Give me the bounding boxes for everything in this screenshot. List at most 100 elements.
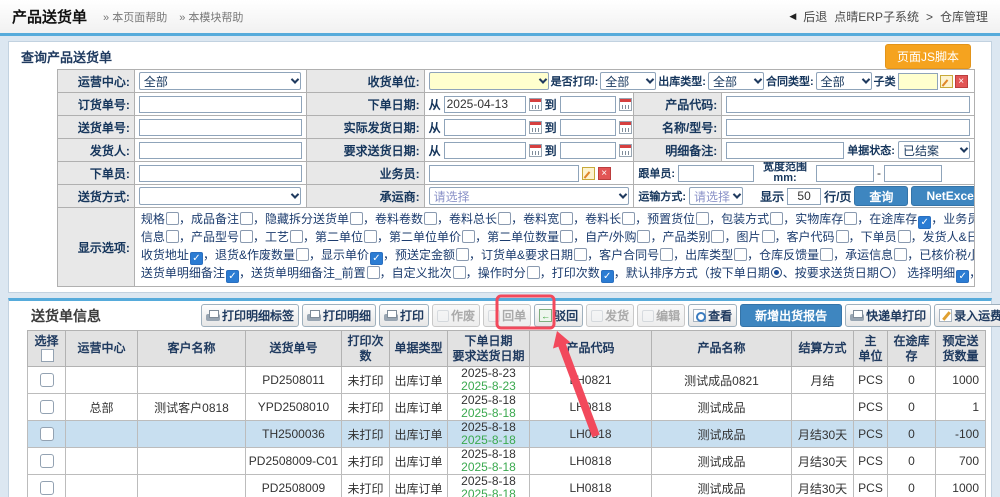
transport-method-select[interactable]: 请选择 bbox=[689, 187, 743, 205]
product-code-input[interactable] bbox=[726, 96, 970, 113]
width-min-input[interactable] bbox=[816, 165, 874, 182]
cell-doc-type[interactable]: 出库订单 bbox=[390, 421, 448, 448]
page-js-script-button[interactable]: 页面JS脚本 bbox=[885, 44, 971, 69]
ship-date-to-input[interactable] bbox=[560, 119, 616, 136]
sort-radio[interactable] bbox=[771, 267, 782, 278]
required-date-from-input[interactable] bbox=[444, 142, 526, 159]
option-checkbox[interactable]: ✓ bbox=[601, 270, 614, 283]
option-checkbox[interactable] bbox=[367, 266, 380, 279]
option-checkbox[interactable] bbox=[770, 212, 783, 225]
calendar-icon[interactable] bbox=[619, 121, 632, 134]
salesman-input[interactable] bbox=[429, 165, 579, 182]
clear-icon[interactable] bbox=[598, 167, 611, 180]
toolbar-button-新增出货报告[interactable]: 新增出货报告 bbox=[740, 304, 842, 327]
ship-date-from-input[interactable] bbox=[444, 119, 526, 136]
option-checkbox[interactable] bbox=[240, 212, 253, 225]
rows-per-page-input[interactable] bbox=[787, 188, 821, 205]
outbound-type-select[interactable]: 全部 bbox=[708, 72, 764, 90]
order-date-to-input[interactable] bbox=[560, 96, 616, 113]
back-link[interactable]: 后退 bbox=[803, 8, 827, 25]
option-checkbox[interactable] bbox=[637, 230, 650, 243]
row-checkbox[interactable] bbox=[40, 454, 54, 468]
option-checkbox[interactable] bbox=[166, 212, 179, 225]
calendar-icon[interactable] bbox=[529, 121, 542, 134]
option-checkbox[interactable] bbox=[462, 230, 475, 243]
toolbar-button-驳回[interactable]: 驳回 bbox=[534, 304, 583, 327]
detail-remark-input[interactable] bbox=[726, 142, 844, 159]
query-button[interactable]: 查询 bbox=[854, 186, 908, 206]
option-checkbox[interactable] bbox=[453, 266, 466, 279]
clear-icon[interactable] bbox=[955, 75, 968, 88]
option-checkbox[interactable] bbox=[424, 212, 437, 225]
option-checkbox[interactable] bbox=[290, 230, 303, 243]
follower-input[interactable] bbox=[678, 165, 754, 182]
delivery-method-select[interactable] bbox=[139, 187, 301, 205]
picker-icon[interactable] bbox=[940, 75, 953, 88]
calendar-icon[interactable] bbox=[529, 144, 542, 157]
option-checkbox[interactable] bbox=[820, 248, 833, 261]
option-checkbox[interactable] bbox=[364, 230, 377, 243]
cell-doc-type[interactable]: 出库订单 bbox=[390, 367, 448, 394]
doc-status-select[interactable]: 已结案 bbox=[898, 141, 970, 159]
delivery-no-input[interactable] bbox=[139, 119, 302, 136]
option-checkbox[interactable] bbox=[762, 230, 775, 243]
cell-doc-type[interactable]: 出库订单 bbox=[390, 475, 448, 497]
order-clerk-input[interactable] bbox=[139, 165, 302, 182]
option-checkbox[interactable] bbox=[622, 212, 635, 225]
option-checkbox[interactable] bbox=[560, 230, 573, 243]
subclass-input[interactable] bbox=[898, 73, 938, 90]
option-checkbox[interactable] bbox=[734, 248, 747, 261]
select-all-checkbox[interactable] bbox=[41, 349, 54, 362]
row-checkbox[interactable] bbox=[40, 427, 54, 441]
row-checkbox[interactable] bbox=[40, 373, 54, 387]
operation-center-select[interactable]: 全部 bbox=[139, 72, 301, 90]
option-checkbox[interactable]: ✓ bbox=[918, 216, 931, 229]
option-checkbox[interactable] bbox=[350, 212, 363, 225]
name-model-input[interactable] bbox=[726, 119, 970, 136]
toolbar-button-查看[interactable]: 查看 bbox=[688, 304, 737, 327]
option-checkbox[interactable] bbox=[660, 248, 673, 261]
carrier-select[interactable]: 请选择 bbox=[429, 187, 629, 205]
option-checkbox[interactable]: ✓ bbox=[956, 270, 969, 283]
required-date-to-input[interactable] bbox=[560, 142, 616, 159]
row-checkbox[interactable] bbox=[40, 400, 54, 414]
receiver-unit-select[interactable] bbox=[429, 72, 549, 90]
printed-select[interactable]: 全部 bbox=[600, 72, 656, 90]
toolbar-button-快递单打印[interactable]: 快递单打印 bbox=[845, 304, 931, 327]
cell-doc-type[interactable]: 出库订单 bbox=[390, 394, 448, 421]
calendar-icon[interactable] bbox=[529, 98, 542, 111]
order-date-from-input[interactable] bbox=[444, 96, 526, 113]
width-max-input[interactable] bbox=[884, 165, 942, 182]
picker-icon[interactable] bbox=[582, 167, 595, 180]
option-checkbox[interactable] bbox=[898, 230, 911, 243]
row-checkbox[interactable] bbox=[40, 481, 54, 495]
option-checkbox[interactable] bbox=[711, 230, 724, 243]
calendar-icon[interactable] bbox=[619, 144, 632, 157]
page-help-link[interactable]: » 本页面帮助 bbox=[103, 9, 167, 25]
option-checkbox[interactable] bbox=[574, 248, 587, 261]
option-checkbox[interactable]: ✓ bbox=[226, 270, 239, 283]
option-checkbox[interactable] bbox=[240, 230, 253, 243]
toolbar-button-打印[interactable]: 打印 bbox=[379, 304, 429, 327]
option-checkbox[interactable] bbox=[166, 230, 179, 243]
contract-type-select[interactable]: 全部 bbox=[816, 72, 872, 90]
option-checkbox[interactable] bbox=[894, 248, 907, 261]
option-checkbox[interactable] bbox=[456, 248, 469, 261]
shipper-input[interactable] bbox=[139, 142, 302, 159]
order-no-input[interactable] bbox=[139, 96, 302, 113]
calendar-icon[interactable] bbox=[619, 98, 632, 111]
option-checkbox[interactable] bbox=[696, 212, 709, 225]
toolbar-button-打印明细[interactable]: 打印明细 bbox=[302, 304, 376, 327]
breadcrumb-system[interactable]: 点晴ERP子系统 bbox=[834, 8, 919, 25]
breadcrumb-module[interactable]: 仓库管理 bbox=[940, 8, 988, 25]
option-checkbox[interactable] bbox=[527, 266, 540, 279]
netexcel-button[interactable]: NetExcel bbox=[911, 186, 975, 206]
sort-radio[interactable] bbox=[880, 267, 891, 278]
module-help-link[interactable]: » 本模块帮助 bbox=[179, 9, 243, 25]
option-checkbox[interactable]: ✓ bbox=[190, 252, 203, 265]
option-checkbox[interactable] bbox=[296, 248, 309, 261]
toolbar-button-录入运费[interactable]: 录入运费 bbox=[934, 304, 1000, 327]
option-checkbox[interactable] bbox=[560, 212, 573, 225]
option-checkbox[interactable]: ✓ bbox=[370, 252, 383, 265]
option-checkbox[interactable] bbox=[498, 212, 511, 225]
